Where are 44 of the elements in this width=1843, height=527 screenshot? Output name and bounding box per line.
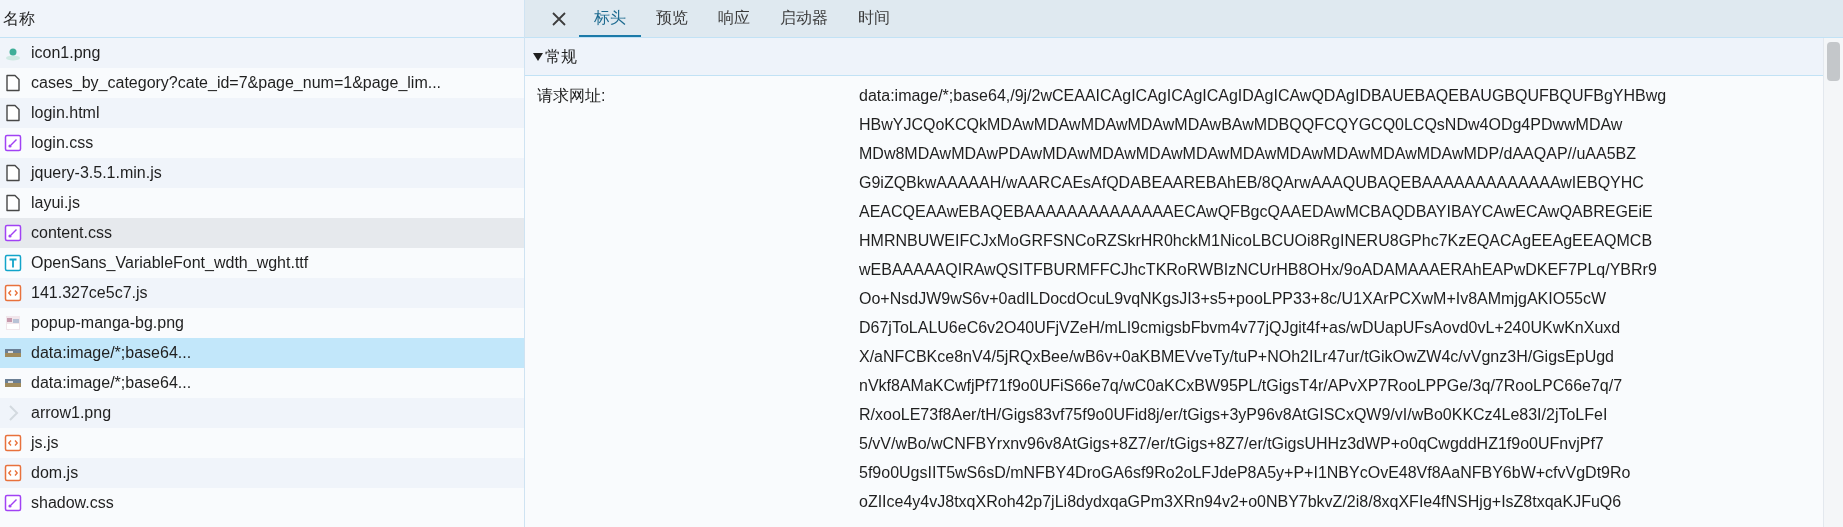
request-row[interactable]: arrow1.png [0,398,524,428]
tab[interactable]: 响应 [703,0,765,37]
document-icon [4,104,22,122]
request-row[interactable]: 141.327ce5c7.js [0,278,524,308]
request-row[interactable]: jquery-3.5.1.min.js [0,158,524,188]
close-icon [551,10,567,27]
field-value-line: HMRNBUWEIFCJxMoGRFSNCoRZSkrHR0hckM1NicoLBCUOi8RgINERU8GPhc7KzEQACAgEEAgEEAQMCB [859,231,1654,251]
request-row[interactable]: login.html [0,98,524,128]
code-file-icon [4,434,22,452]
field-value-line: D67jToLALU6eC6v2O40UFjVZeH/mLI9cmigsbFbvm4v77jQJgit4f+as/wDUapUFsAovd0vL+240UKwKnXuxd [859,318,1622,338]
code-file-icon [4,464,22,482]
document-icon [4,194,22,212]
field-value-line: X/aNFCBKce8nV4/5jRQxBee/wB6v+0aKBMEVveTy/tuP+NOh2ILr47ur/tGikOwZW4c/vVgnz3H/GigsEpUgd [859,347,1615,367]
brush-icon [4,134,22,152]
code-file-icon [4,284,22,302]
scrollbar-thumb[interactable] [1827,42,1840,82]
field-value-line: wEBAAAAAQIRAwQSITFBURMFFCJhcTKRoRWBIzNCUrHB8OHx/9oADAMAAAERAhEAPwDKEF7PLq/YBRr9 [859,260,1658,280]
field-value-line: MDw8MDAwMDAwPDAwMDAwMDAwMDAwMDAwMDAwMDAwMDAwMDAwMDAwMDP/dAAQAP//uAA5BZ [859,144,1638,164]
request-row[interactable]: content.css [0,218,524,248]
column-header[interactable]: 名称 [3,6,35,31]
field-value-line: 5f9o0UgsIIT5wS6sD/mNFBY4DroGA6sf9Ro2oLFJdeP8A5y+P+I1NBYcOvE48Vf8AaNFBY6bW+cfvVgDt9Ro [859,463,1632,483]
request-row[interactable]: dom.js [0,458,524,488]
field-value-line: nVkf8AMaKCwfjPf71f9o0UFiS66e7q/wC0aKCxBW95PL/tGigsT4r/APvXP7RooLPPGe/3q/7RooLPC66e7q/7 [859,376,1624,396]
document-icon [4,74,22,92]
field-label: 请求网址: [537,86,607,106]
field-value-line: data:image/*;base64,/9j/2wCEAAICAgICAgICAgICAgIDAgICAwQDAgIDBAUEBAQEBAUGBQUFBQUFBgYHBwg [859,86,1667,106]
tab[interactable]: 预览 [641,0,703,37]
brush-icon [4,494,22,512]
tab[interactable]: 启动器 [765,0,843,37]
field-value-line: Oo+NsdJW9wS6v+0adILDocdOcuL9vqNKgsJI3+s5+pooLPP33+8c/U1XArPCXwM+Iv8AMmjgAKIO55cW [859,289,1608,309]
brush-icon [4,224,22,242]
image-thumbnail-icon [4,314,22,332]
request-row[interactable]: data:image/*;base64... [0,338,524,368]
request-row[interactable]: icon1.png [0,38,524,68]
field-value-line: oZIIce4y4vJ8txqXRoh42p7jLi8dydxqaGPm3XRn94v2+o0NBY7bkvZ/2i8/8xqXFIe4fNSHjg+IsZ8txqaKJFuQ6 [859,492,1623,512]
field-value-line: G9iZQBkwAAAAAH/wAARCAEsAfQDABEAAREBAhEB/8QArwAAAQUBAQEBAAAAAAAAAAAAAwIEBQYHC [859,173,1645,193]
section-header[interactable]: 常规 [525,38,1823,76]
font-file-icon [4,254,22,272]
field-value-line: HBwYJCQoKCQkMDAwMDAwMDAwMDAwMDAwBAwMDBQQFCQYGCQ0LCQsNDw4ODg4PDwwMDAw [859,115,1624,135]
tab[interactable]: 时间 [843,0,905,37]
field-value-line: AEACQEAAwEBAQEBAAAAAAAAAAAAAAECAwQFBgcQAAEDAwMCBAQDBAYIBAYCAwECAwQABREGEiE [859,202,1654,222]
field-value-line: 5/vV/wBo/wCNFBYrxnv96v8AtGigs+8Z7/er/tGigs+8Z7/er/tGigsUHHz3dWP+o0qCwgddHZ1f9o0UFnvjPf7 [859,434,1605,454]
field-value-line: R/xooLE73f8Aer/tH/Gigs83vf75f9o0UFid8j/er/tGigs+3yP96v8AtGISCxQW9/vI/wBo0KKCz4Le83I/2jToLFeI [859,405,1609,425]
document-icon [4,164,22,182]
